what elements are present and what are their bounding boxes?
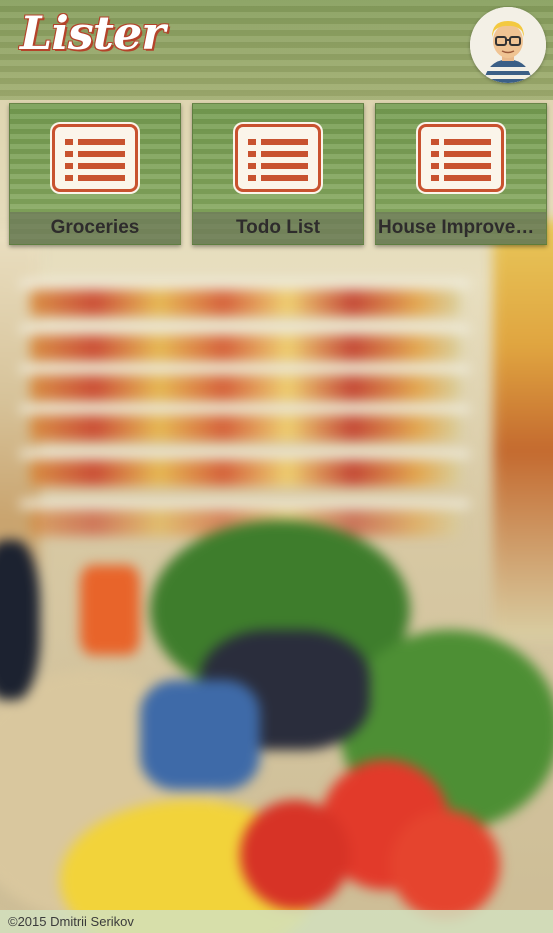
list-icon — [52, 124, 138, 192]
avatar-illustration — [470, 7, 546, 83]
list-tile-groceries[interactable]: Groceries — [9, 103, 181, 245]
user-avatar-icon[interactable] — [470, 7, 546, 83]
footer-copyright: ©2015 Dmitrii Serikov — [0, 910, 553, 933]
list-tile-label: Todo List — [193, 212, 363, 244]
list-tile-house-improvement[interactable]: House Improveme.. — [375, 103, 547, 245]
app-header: Lister — [0, 0, 553, 100]
list-tiles: Groceries Todo List House Improveme.. — [0, 100, 553, 250]
list-icon — [235, 124, 321, 192]
list-tile-todo-list[interactable]: Todo List — [192, 103, 364, 245]
list-tile-label: Groceries — [10, 212, 180, 244]
app-logo: Lister — [20, 6, 165, 60]
list-icon — [418, 124, 504, 192]
list-tile-label: House Improveme.. — [376, 212, 546, 244]
